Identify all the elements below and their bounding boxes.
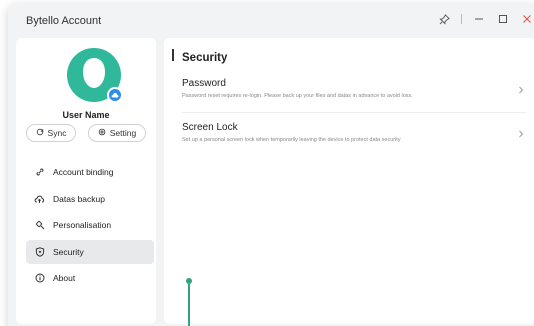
shield-icon xyxy=(34,246,45,257)
app-window: Bytello Account User Name Sync Setting A… xyxy=(8,4,534,326)
screen-lock-title: Screen Lock xyxy=(182,122,238,133)
sidebar-item-label: Personalisation xyxy=(53,220,112,230)
title-bar: Bytello Account xyxy=(8,4,534,36)
window-controls xyxy=(437,12,534,26)
link-icon xyxy=(34,167,45,178)
sidebar-item-about[interactable]: About xyxy=(26,266,154,290)
screen-lock-row[interactable]: Screen Lock Set up a personal screen loc… xyxy=(182,122,532,152)
cloud-badge-icon xyxy=(107,87,123,103)
avatar[interactable] xyxy=(67,48,123,103)
maximize-icon[interactable] xyxy=(496,12,510,26)
cloud-upload-icon xyxy=(34,193,45,204)
gear-brush-icon xyxy=(34,220,45,231)
sidebar-item-account-binding[interactable]: Account binding xyxy=(26,160,154,184)
sidebar-item-personalisation[interactable]: Personalisation xyxy=(26,213,154,237)
chevron-right-icon xyxy=(518,130,524,141)
sidebar-nav: Account binding Datas backup Personalisa… xyxy=(26,160,154,293)
sync-icon xyxy=(36,128,44,138)
setting-label: Setting xyxy=(109,128,137,138)
setting-button[interactable]: Setting xyxy=(88,124,146,142)
minimize-icon[interactable] xyxy=(472,12,486,26)
sidebar-item-label: Account binding xyxy=(53,167,114,177)
controls-separator xyxy=(461,14,462,24)
password-row[interactable]: Password Password reset requires re-logi… xyxy=(182,78,532,108)
page-title: Security xyxy=(182,52,228,64)
sidebar-item-security[interactable]: Security xyxy=(26,239,154,264)
info-icon xyxy=(34,273,45,284)
sidebar-item-label: About xyxy=(53,273,76,283)
sidebar: User Name Sync Setting Account binding D… xyxy=(16,38,156,324)
content-panel: Security Password Password reset require… xyxy=(164,38,534,324)
sidebar-item-label: Security xyxy=(53,246,84,257)
password-description: Password reset requires re-login. Please… xyxy=(182,93,413,99)
sidebar-item-label: Datas backup xyxy=(53,193,105,204)
screen-lock-description: Set up a personal screen lock when tempo… xyxy=(182,137,401,143)
sidebar-item-datas-backup[interactable]: Datas backup xyxy=(26,187,154,211)
password-title: Password xyxy=(182,78,226,89)
pin-icon[interactable] xyxy=(437,12,451,26)
gear-icon xyxy=(98,128,106,138)
app-title: Bytello Account xyxy=(26,15,102,27)
sync-label: Sync xyxy=(47,128,67,138)
user-name: User Name xyxy=(62,110,110,120)
row-divider xyxy=(182,112,526,113)
section-title-marker xyxy=(172,49,174,61)
pointer-marker-line xyxy=(188,284,190,326)
close-icon[interactable] xyxy=(520,12,534,26)
chevron-right-icon xyxy=(518,86,524,97)
sync-button[interactable]: Sync xyxy=(26,124,76,142)
